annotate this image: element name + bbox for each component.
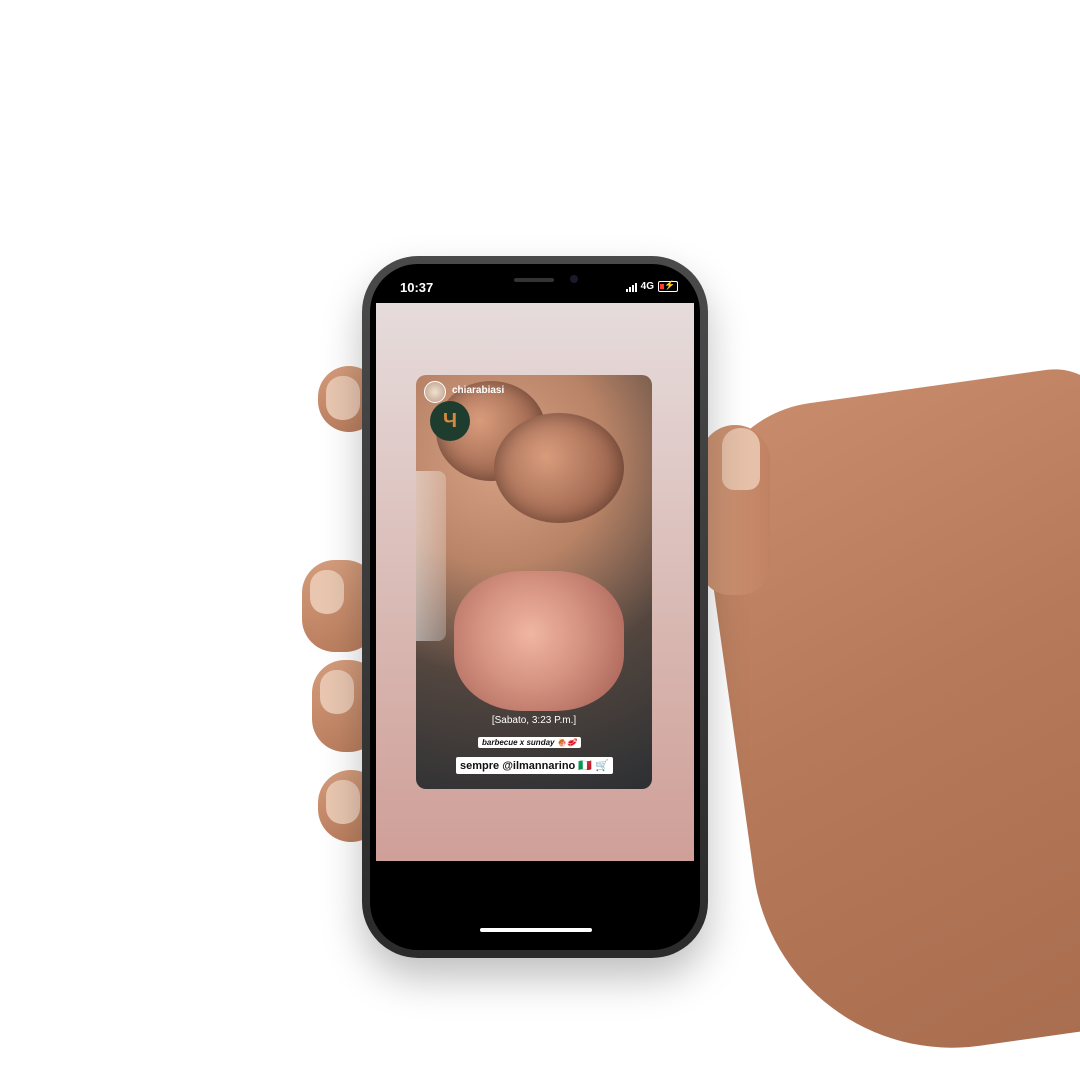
story-media[interactable]: chiarabiasi Ч [Sabato, 3:23 P.m.] barbec… xyxy=(416,375,652,789)
status-time: 10:37 xyxy=(400,280,434,295)
thumb-nail xyxy=(722,428,760,490)
home-indicator[interactable] xyxy=(480,928,592,932)
battery-icon: ⚡ xyxy=(658,280,678,292)
phone: 10:37 4G ⚡ chiarabiasi Ч [Sabato, 3:23 P… xyxy=(362,256,708,958)
story-username[interactable]: chiarabiasi xyxy=(452,385,504,396)
signal-icon xyxy=(625,282,637,292)
food-container xyxy=(416,471,446,641)
story-screen[interactable]: chiarabiasi Ч [Sabato, 3:23 P.m.] barbec… xyxy=(376,303,694,861)
burger-patty xyxy=(494,413,624,523)
brand-logo-text: Ч xyxy=(442,409,458,432)
status-right: 4G ⚡ xyxy=(625,280,678,292)
avatar[interactable] xyxy=(424,381,446,403)
notch xyxy=(458,264,612,294)
caption-bbq: barbecue x sunday 🍖🥩 xyxy=(478,737,581,748)
camera-icon xyxy=(570,275,578,283)
phone-display: 10:37 4G ⚡ chiarabiasi Ч [Sabato, 3:23 P… xyxy=(370,264,700,950)
speaker xyxy=(514,278,554,282)
brand-logo: Ч xyxy=(430,401,470,441)
network-label: 4G xyxy=(640,281,654,292)
caption-mention[interactable]: sempre @ilmannarino 🇮🇹 🛒 xyxy=(456,757,613,774)
caption-date: [Sabato, 3:23 P.m.] xyxy=(491,715,577,726)
marinated-meat xyxy=(454,571,624,711)
